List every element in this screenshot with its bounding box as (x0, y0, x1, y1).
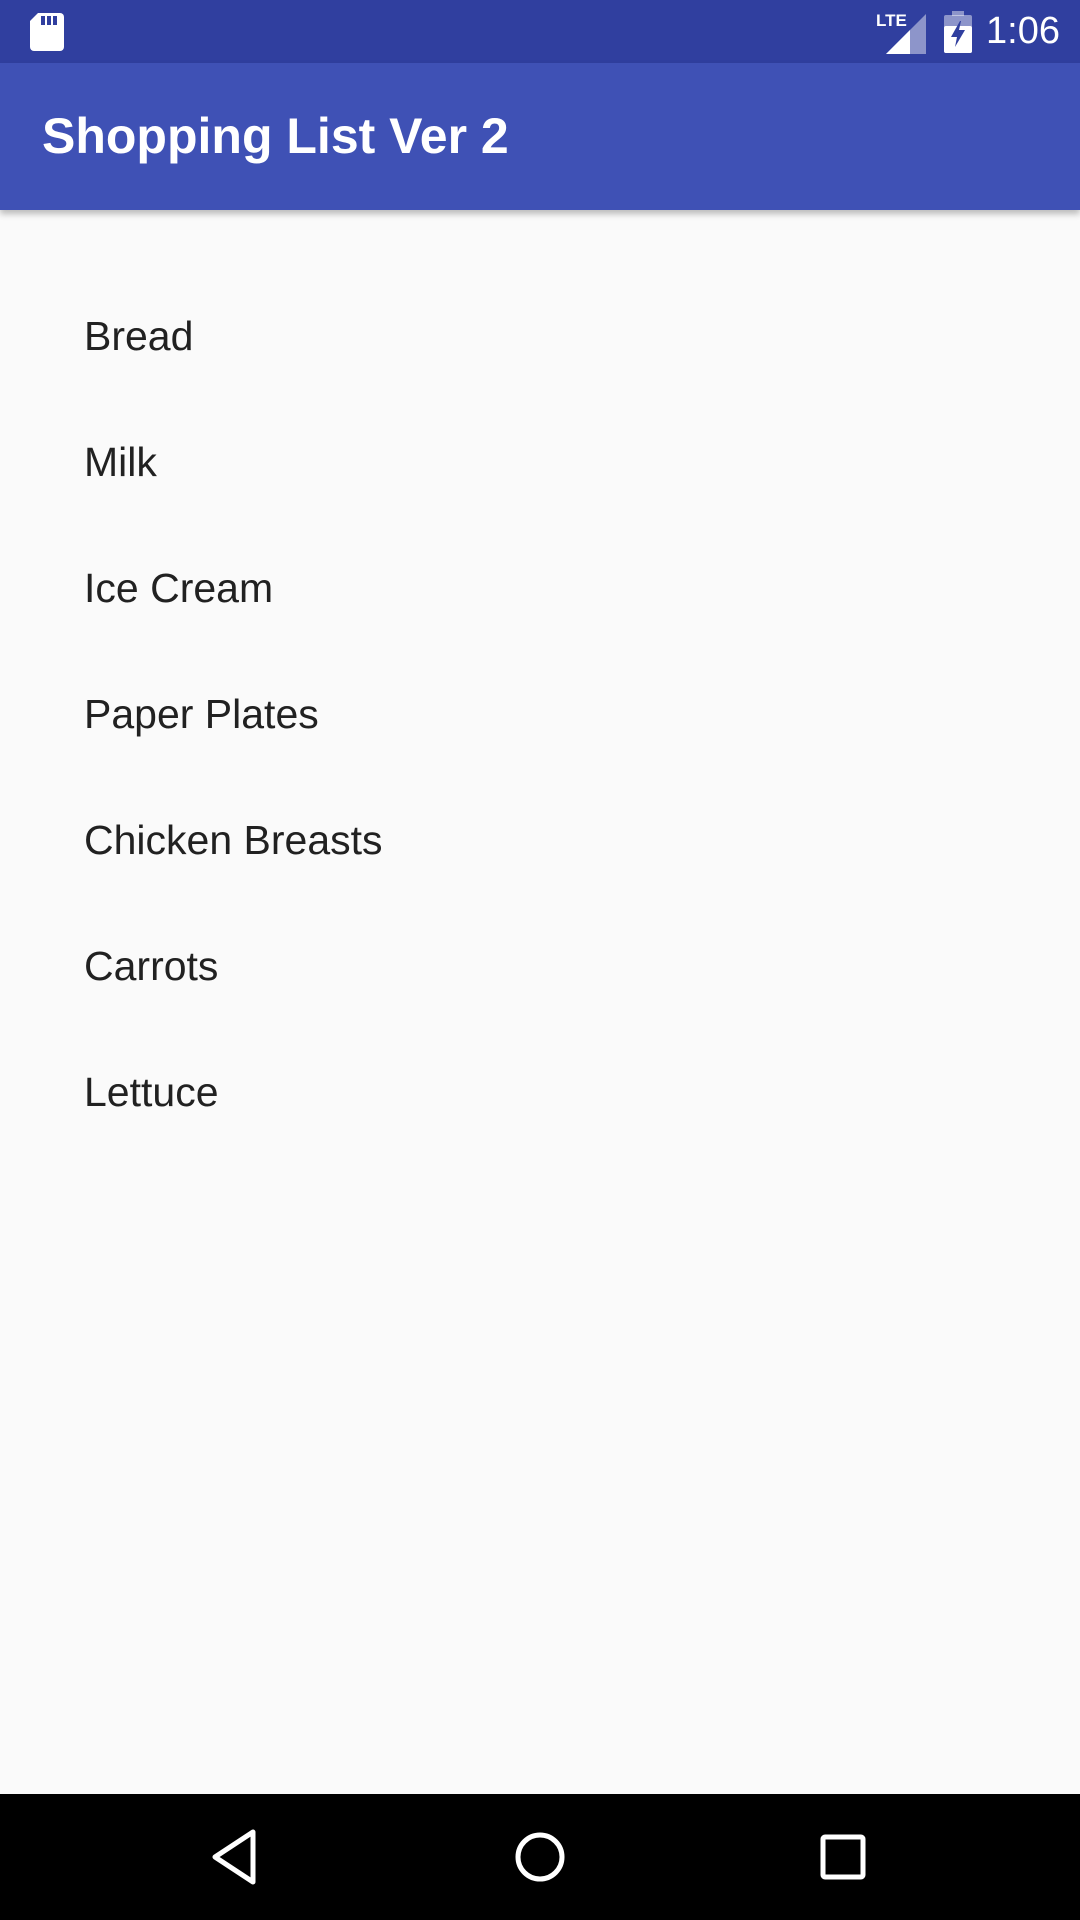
status-icons: LTE 1:06 (876, 0, 1060, 63)
recents-icon[interactable] (810, 1824, 876, 1890)
lte-signal-icon: LTE (876, 11, 927, 54)
network-type-label: LTE (876, 11, 907, 30)
shopping-list: Bread Milk Ice Cream Paper Plates Chicke… (0, 210, 1080, 1155)
list-item[interactable]: Bread (0, 273, 1080, 399)
app-bar: Shopping List Ver 2 (0, 63, 1080, 210)
list-item[interactable]: Milk (0, 399, 1080, 525)
list-item[interactable]: Lettuce (0, 1029, 1080, 1155)
list-item[interactable]: Carrots (0, 903, 1080, 1029)
home-icon[interactable] (507, 1824, 573, 1890)
back-icon[interactable] (203, 1824, 269, 1890)
sd-card-icon (30, 13, 64, 51)
status-bar: LTE 1:06 (0, 0, 1080, 63)
list-item[interactable]: Ice Cream (0, 525, 1080, 651)
screen: LTE 1:06 Shopping List Ver 2 Bread Milk … (0, 0, 1080, 1920)
battery-charging-icon (944, 10, 973, 53)
app-title: Shopping List Ver 2 (42, 108, 509, 164)
navigation-bar (0, 1794, 1080, 1920)
status-time: 1:06 (986, 10, 1060, 52)
list-item[interactable]: Paper Plates (0, 651, 1080, 777)
list-item[interactable]: Chicken Breasts (0, 777, 1080, 903)
